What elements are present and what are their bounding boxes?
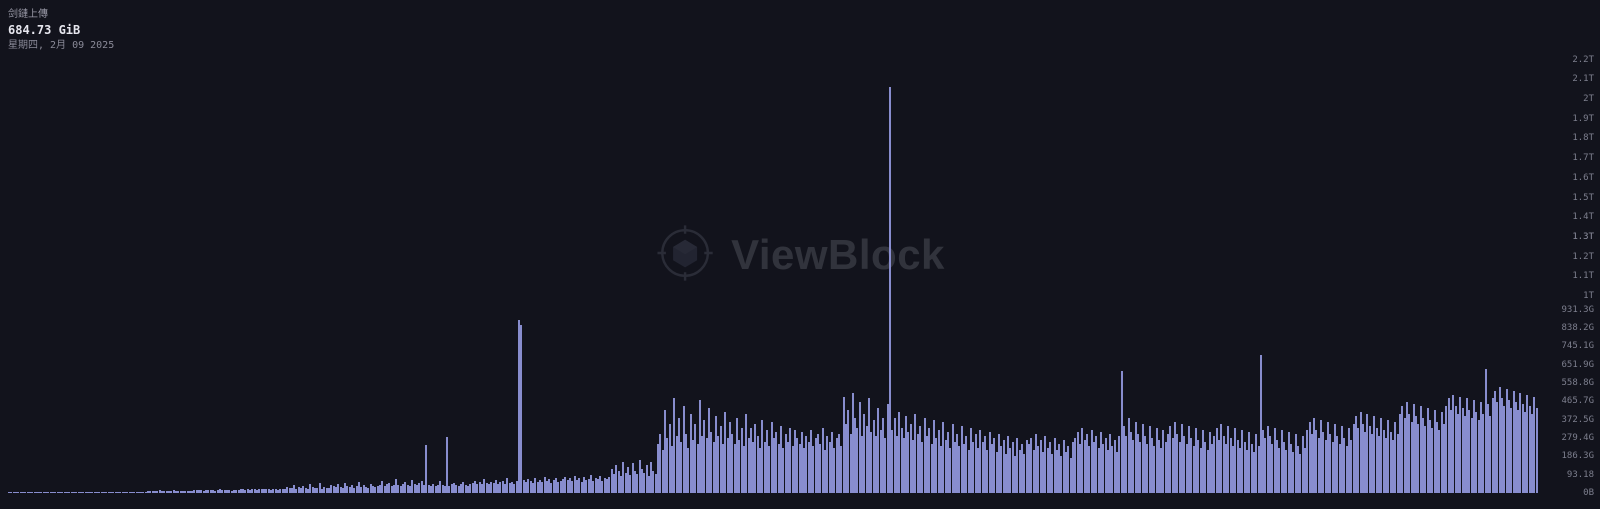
y-axis-tick: 2.2T — [1572, 55, 1594, 65]
y-axis-tick: 1T — [1583, 291, 1594, 301]
y-axis-tick: 651.9G — [1561, 360, 1594, 370]
y-axis-tick: 1.2T — [1572, 252, 1594, 262]
y-axis-tick: 186.3G — [1561, 451, 1594, 461]
y-axis-tick: 745.1G — [1561, 341, 1594, 351]
y-axis-tick: 0B — [1583, 488, 1594, 498]
y-axis-tick: 1.1T — [1572, 271, 1594, 281]
chart-bars — [8, 40, 1538, 493]
y-axis-tick: 2T — [1583, 94, 1594, 104]
chart-bar — [520, 325, 522, 493]
y-axis-tick: 279.4G — [1561, 433, 1594, 443]
y-axis-tick: 838.2G — [1561, 323, 1594, 333]
upload-chart[interactable]: 2.2T 2.1T 2T 1.9T 1.8T 1.7T 1.6T 1.5T 1.3T 1.4T 1.… — [0, 0, 1600, 509]
y-axis-tick: 93.18 — [1567, 470, 1594, 480]
y-axis-tick: 1.9T — [1572, 114, 1594, 124]
y-axis-tick: 465.7G — [1561, 396, 1594, 406]
y-axis-tick: 1.8T — [1572, 133, 1594, 143]
y-axis-tick: 372.5G — [1561, 415, 1594, 425]
y-axis-tick: 558.8G — [1561, 378, 1594, 388]
y-axis-tick: 931.3G — [1561, 305, 1594, 315]
y-axis-tick: 2.1T — [1572, 74, 1594, 84]
y-axis-tick: 1.4T — [1572, 212, 1594, 222]
chart-y-axis: 2.2T 2.1T 2T 1.9T 1.8T 1.7T 1.6T 1.5T 1.3T 1.4T 1.… — [1542, 40, 1600, 493]
y-axis-tick: 1.6T — [1572, 173, 1594, 183]
chart-bar — [1536, 408, 1538, 493]
chart-plot-area[interactable] — [8, 40, 1538, 493]
y-axis-tick: 1.7T — [1572, 153, 1594, 163]
y-axis-tick: 1.5T — [1572, 193, 1594, 203]
y-axis-tick: 1.3T — [1572, 232, 1594, 242]
